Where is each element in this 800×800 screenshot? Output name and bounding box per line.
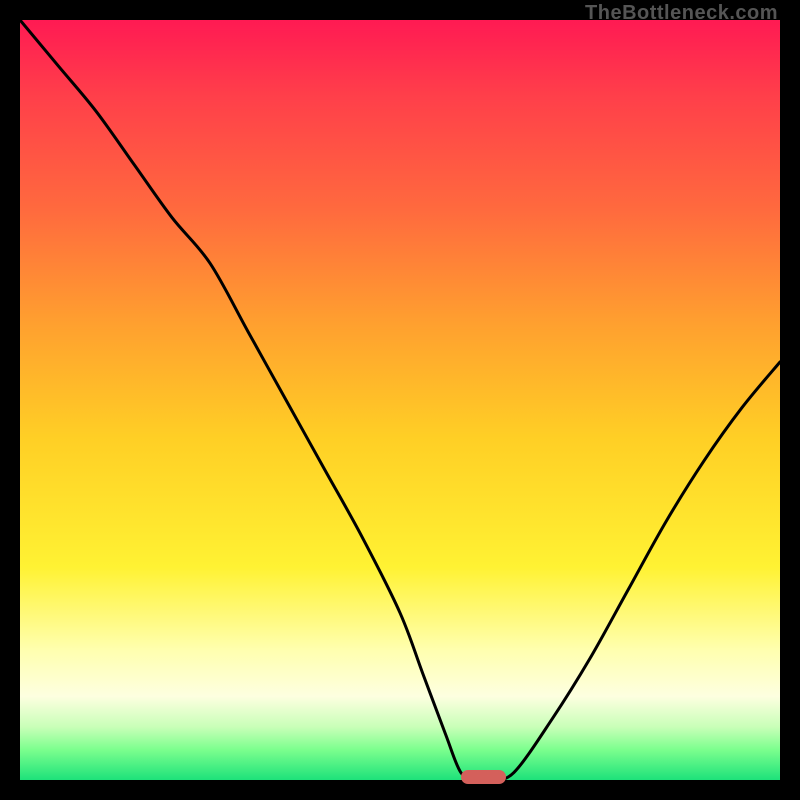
optimal-marker [461,770,507,784]
bottleneck-curve [20,20,780,781]
watermark-text: TheBottleneck.com [585,2,778,25]
chart-frame: TheBottleneck.com [0,0,800,800]
curve-layer [20,20,780,780]
